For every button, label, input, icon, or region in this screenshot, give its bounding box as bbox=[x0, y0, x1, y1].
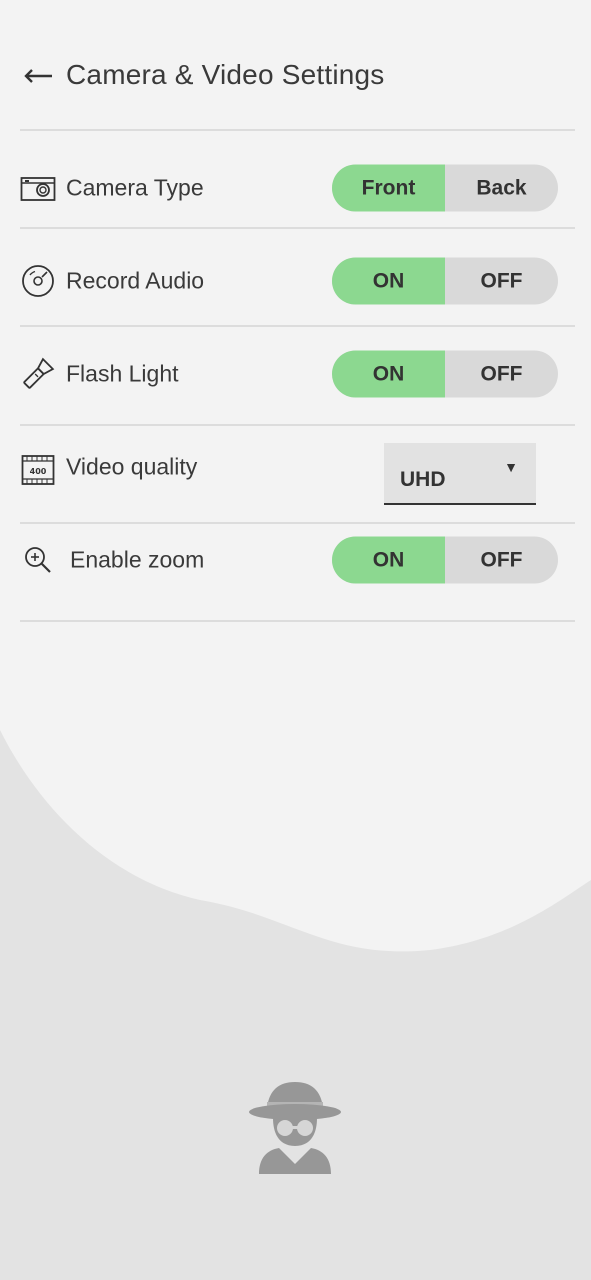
camera-type-back-option[interactable]: Back bbox=[445, 165, 558, 212]
spy-icon bbox=[249, 1082, 341, 1174]
enable-zoom-row: Enable zoom ON OFF bbox=[20, 530, 560, 590]
record-audio-on-option[interactable]: ON bbox=[332, 257, 445, 305]
video-quality-value: UHD bbox=[400, 468, 446, 491]
camera-type-label: Camera Type bbox=[66, 174, 204, 201]
divider bbox=[20, 227, 575, 229]
divider bbox=[20, 424, 575, 426]
divider bbox=[20, 620, 575, 622]
flash-light-toggle[interactable]: ON OFF bbox=[332, 350, 558, 398]
camera-type-front-option[interactable]: Front bbox=[332, 164, 445, 212]
dropdown-caret-icon: ▼ bbox=[504, 459, 518, 475]
divider bbox=[20, 522, 575, 524]
flashlight-icon bbox=[20, 356, 56, 392]
settings-page: Camera & Video Settings Camera Type Fron… bbox=[0, 0, 591, 700]
divider bbox=[20, 129, 575, 131]
zoom-in-icon bbox=[20, 542, 56, 578]
film-icon: 400 bbox=[20, 452, 56, 488]
video-quality-label: Video quality bbox=[66, 453, 198, 480]
enable-zoom-label: Enable zoom bbox=[70, 546, 205, 573]
camera-type-row: Camera Type Front Back bbox=[20, 158, 560, 218]
svg-text:400: 400 bbox=[30, 467, 47, 476]
flash-light-label: Flash Light bbox=[66, 360, 179, 387]
page-title: Camera & Video Settings bbox=[66, 59, 385, 90]
flash-light-row: Flash Light ON OFF bbox=[20, 344, 560, 404]
enable-zoom-toggle[interactable]: ON OFF bbox=[332, 536, 558, 584]
flash-light-on-option[interactable]: ON bbox=[332, 350, 445, 398]
record-audio-off-option[interactable]: OFF bbox=[445, 258, 558, 305]
camera-type-toggle[interactable]: Front Back bbox=[332, 164, 558, 212]
enable-zoom-on-option[interactable]: ON bbox=[332, 536, 445, 584]
disc-icon bbox=[20, 263, 56, 299]
flash-light-off-option[interactable]: OFF bbox=[445, 351, 558, 398]
back-button[interactable] bbox=[22, 65, 54, 85]
header: Camera & Video Settings bbox=[22, 52, 384, 98]
video-quality-select[interactable]: UHD ▼ bbox=[384, 443, 536, 505]
record-audio-toggle[interactable]: ON OFF bbox=[332, 257, 558, 305]
enable-zoom-off-option[interactable]: OFF bbox=[445, 537, 558, 584]
record-audio-label: Record Audio bbox=[66, 267, 205, 294]
record-audio-row: Record Audio ON OFF bbox=[20, 251, 560, 311]
divider bbox=[20, 325, 575, 327]
back-arrow-icon bbox=[24, 69, 52, 83]
camera-icon bbox=[20, 170, 56, 206]
